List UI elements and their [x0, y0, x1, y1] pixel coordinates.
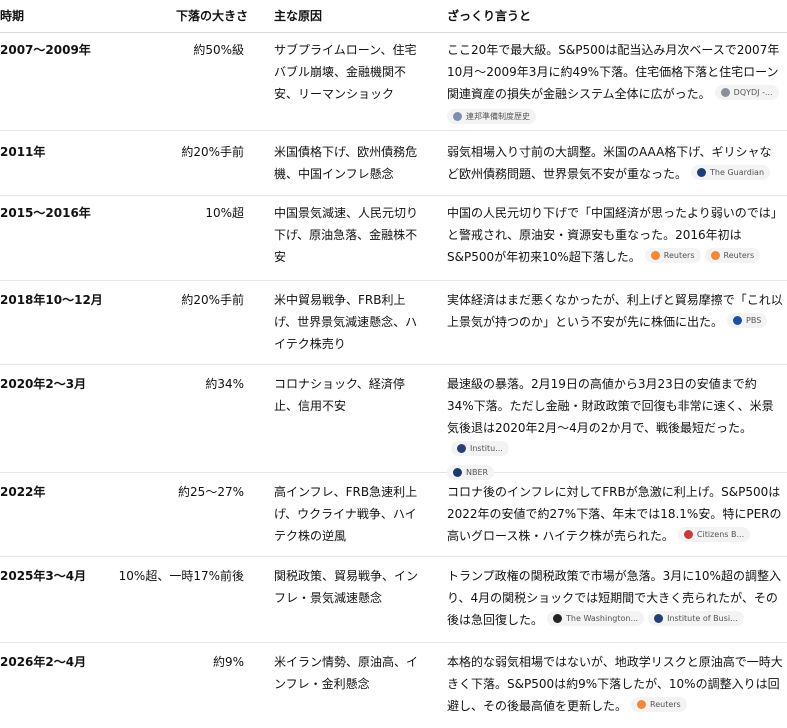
summary-cell: ここ20年で最大級。S&P500は配当込み月次ベースで2007年10月〜2009… [447, 39, 783, 125]
summary-cell: 最速級の暴落。2月19日の高値から3月23日の安値まで約34%下落。ただし金融・… [447, 373, 783, 481]
table-row: 2018年10〜12月 約20%手前 米中貿易戦争、FRB利上げ、世界景気減速懸… [0, 281, 787, 365]
drop-cell: 約20%手前 [181, 145, 244, 159]
drop-cell: 10%超、一時17%前後 [118, 569, 244, 583]
table-row: 2020年2〜3月 約34% コロナショック、経済停止、信用不安 最速級の暴落。… [0, 365, 787, 480]
summary-cell: 中国の人民元切り下げで「中国経済が思ったより弱いのでは」と警戒され、原油安・資源… [447, 202, 783, 268]
period-cell: 2015〜2016年 [0, 206, 91, 220]
header-cause: 主な原因 [274, 9, 323, 23]
source-chip[interactable]: The Washington... [547, 611, 645, 626]
table-row: 2007〜2009年 約50%級 サブプライムローン、住宅バブル崩壊、金融機関不… [0, 33, 787, 131]
drop-cell: 約9% [212, 655, 244, 669]
drop-cell: 約50%級 [193, 43, 244, 57]
table-row: 2026年2〜4月 約9% 米イラン情勢、原油高、インフレ・金利懸念 本格的な弱… [0, 643, 787, 728]
cause-cell: 米中貿易戦争、FRB利上げ、世界景気減速懸念、ハイテク株売り [274, 293, 418, 351]
summary-cell: 弱気相場入り寸前の大調整。米国のAAA格下げ、ギリシャなど欧州債務問題、世界景気… [447, 141, 783, 185]
summary-cell: 実体経済はまだ悪くなかったが、利上げと貿易摩擦で「これ以上景気が持つのか」という… [447, 289, 783, 333]
summary-text: 最速級の暴落。2月19日の高値から3月23日の安値まで約34%下落。ただし金融・… [447, 377, 774, 435]
federal-reserve-icon [453, 112, 462, 121]
cause-cell: 米国債格下げ、欧州債務危機、中国インフレ懸念 [274, 145, 418, 181]
institute-icon [654, 614, 664, 623]
source-chip[interactable]: The Guardian [691, 165, 771, 180]
source-chip[interactable]: Institu... [451, 441, 509, 456]
period-cell: 2020年2〜3月 [0, 377, 87, 391]
cause-cell: コロナショック、経済停止、信用不安 [274, 377, 405, 413]
source-chip[interactable]: Institute of Busi... [648, 611, 744, 626]
period-cell: 2018年10〜12月 [0, 293, 103, 307]
period-cell: 2026年2〜4月 [0, 655, 87, 669]
drop-cell: 約20%手前 [181, 293, 244, 307]
drop-cell: 約34% [205, 377, 244, 391]
source-chip[interactable]: DQYDJ -... [714, 85, 779, 100]
summary-cell: トランプ政権の関税政策で市場が急落。3月に10%超の調整入り、4月の関税ショック… [447, 565, 783, 631]
cause-cell: 中国景気減速、人民元切り下げ、原油急落、金融株不安 [274, 206, 419, 264]
table-row: 2025年3〜4月 10%超、一時17%前後 関税政策、貿易戦争、インフレ・景気… [0, 557, 787, 643]
pbs-icon [733, 316, 743, 325]
summary-text: 本格的な弱気相場ではないが、地政学リスクと原油高で一時大きく下落。S&P500は… [447, 655, 783, 713]
table-row: 2022年 約25〜27% 高インフレ、FRB急速利上げ、ウクライナ戦争、ハイテ… [0, 473, 787, 557]
source-chip[interactable]: Reuters [631, 697, 687, 712]
summary-cell: 本格的な弱気相場ではないが、地政学リスクと原油高で一時大きく下落。S&P500は… [447, 651, 783, 717]
period-cell: 2011年 [0, 145, 46, 159]
header-summary: ざっくり言うと [447, 9, 532, 23]
source-chip[interactable]: Reuters [704, 248, 761, 263]
reuters-icon [637, 700, 647, 709]
cause-cell: サブプライムローン、住宅バブル崩壊、金融機関不安、リーマンショック [274, 43, 417, 101]
dqydj-icon [720, 88, 730, 97]
washington-post-icon [553, 614, 563, 623]
source-chip[interactable]: Citizens B... [677, 527, 751, 542]
table-row: 2011年 約20%手前 米国債格下げ、欧州債務危機、中国インフレ懸念 弱気相場… [0, 131, 787, 196]
period-cell: 2007〜2009年 [0, 43, 91, 57]
header-drop: 下落の大きさ [176, 9, 249, 23]
cause-cell: 関税政策、貿易戦争、インフレ・景気減速懸念 [274, 569, 419, 605]
period-cell: 2022年 [0, 485, 46, 499]
cause-cell: 米イラン情勢、原油高、インフレ・金利懸念 [274, 655, 419, 691]
source-chip[interactable]: 連邦準備制度歴史 [447, 109, 536, 124]
source-chip[interactable]: Reuters [644, 248, 701, 263]
reuters-icon [650, 251, 660, 260]
table-row: 2015〜2016年 10%超 中国景気減速、人民元切り下げ、原油急落、金融株不… [0, 196, 787, 281]
reuters-icon [710, 251, 720, 260]
drop-cell: 約25〜27% [178, 485, 244, 499]
drop-cell: 10%超 [205, 206, 244, 220]
comparison-table: 時期 下落の大きさ 主な原因 ざっくり言うと 2007〜2009年 約50%級 … [0, 0, 787, 728]
institute-icon [457, 444, 466, 453]
source-chip[interactable]: PBS [727, 313, 768, 328]
cause-cell: 高インフレ、FRB急速利上げ、ウクライナ戦争、ハイテク株の逆風 [274, 485, 418, 543]
table-header: 時期 下落の大きさ 主な原因 ざっくり言うと [0, 0, 787, 33]
period-cell: 2025年3〜4月 [0, 569, 87, 583]
citizens-icon [683, 530, 693, 539]
summary-cell: コロナ後のインフレに対してFRBが急激に利上げ。S&P500は2022年の安値で… [447, 481, 783, 547]
header-period: 時期 [0, 9, 25, 23]
guardian-icon [697, 168, 707, 177]
